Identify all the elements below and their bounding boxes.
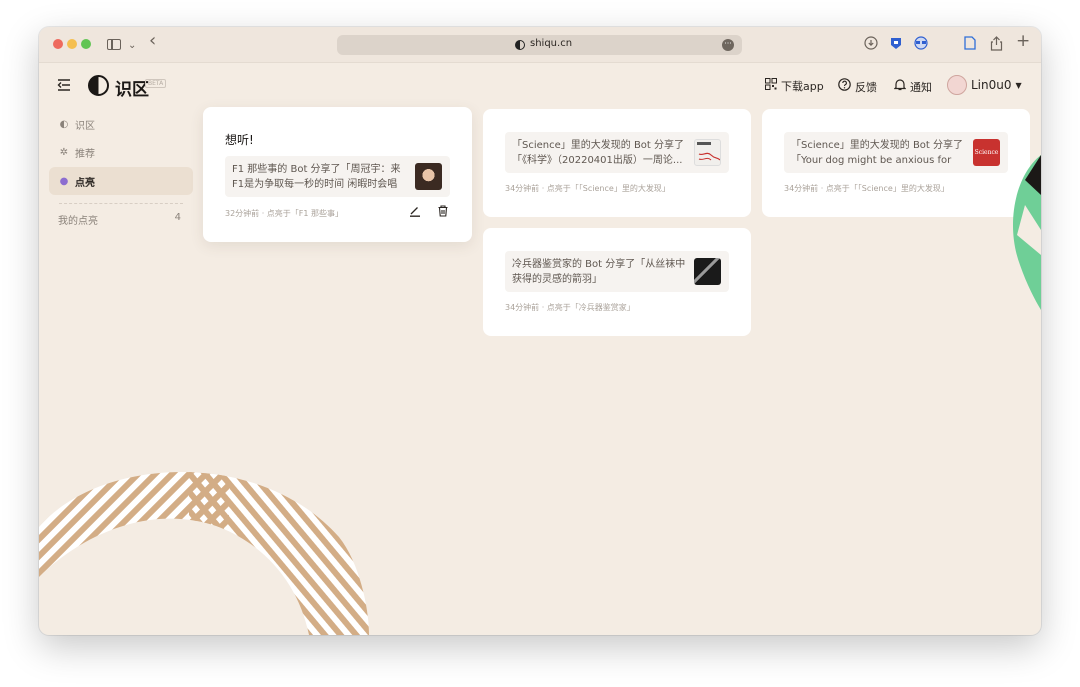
download-app-label: 下载app — [781, 80, 824, 93]
site-logo-icon — [515, 40, 525, 50]
card-meta: 34分钟前 · 点亮于「「Science」里的大发现」 — [505, 184, 670, 193]
close-window-button[interactable] — [53, 39, 63, 49]
card-meta: 34分钟前 · 点亮于「冷兵器鉴赏家」 — [505, 303, 635, 312]
decor-green-shape — [995, 135, 1041, 329]
share-text: 「Science」里的大发现的 Bot 分享了「《科学》（20220401出版）… — [512, 140, 685, 166]
share-text: 「Science」里的大发现的 Bot 分享了「Your dog might b… — [791, 140, 964, 166]
sidebar-divider — [59, 203, 183, 204]
card-meta: 34分钟前 · 点亮于「「Science」里的大发现」 — [784, 184, 949, 193]
logo-icon[interactable] — [88, 75, 109, 96]
browser-window: ⌄ ‹ shiqu.cn ··· + 识区 BETA 下载app 反馈 通知 L… — [39, 27, 1041, 635]
arrow-feather-thumb — [694, 258, 721, 285]
my-lights-label: 我的点亮 — [58, 216, 98, 227]
sidebar-icon[interactable] — [107, 39, 121, 50]
collapse-sidebar-icon[interactable] — [57, 79, 71, 95]
feedback-label: 反馈 — [855, 80, 877, 94]
extension-face-icon[interactable] — [913, 36, 929, 55]
feedback-button[interactable]: 反馈 — [838, 78, 877, 95]
share-icon[interactable] — [990, 36, 1003, 56]
beta-badge: BETA — [145, 79, 167, 88]
new-tab-icon[interactable]: + — [1016, 33, 1030, 50]
download-icon[interactable] — [864, 36, 878, 55]
avatar — [947, 75, 967, 95]
tabs-icon[interactable] — [964, 36, 976, 55]
share-text: 冷兵器鉴赏家的 Bot 分享了「从丝袜中获得的灵感的箭羽」 — [512, 259, 686, 285]
decor-striped-shape — [39, 467, 379, 635]
sidebar-item-label: 推荐 — [75, 148, 95, 160]
back-icon[interactable]: ‹ — [149, 32, 156, 50]
zoom-window-button[interactable] — [81, 39, 91, 49]
qr-code-icon — [765, 78, 777, 94]
sidebar: ◐ 识区 ✲ 推荐 ● 点亮 我的点亮 4 — [49, 111, 193, 227]
delete-icon[interactable] — [437, 205, 449, 220]
question-icon — [838, 78, 851, 95]
sidebar-item-light[interactable]: ● 点亮 — [49, 167, 193, 195]
recommend-icon: ✲ — [59, 146, 69, 158]
notify-label: 通知 — [910, 80, 932, 94]
browser-titlebar: ⌄ ‹ shiqu.cn ··· + — [39, 27, 1041, 63]
bell-icon — [893, 78, 907, 95]
share-box[interactable]: 「Science」里的大发现的 Bot 分享了「《科学》（20220401出版）… — [505, 132, 729, 173]
caret-down-icon: ▼ — [1015, 80, 1022, 90]
science-cover-thumb — [694, 139, 721, 166]
card-comment: 想听! — [225, 133, 254, 147]
card-science-2[interactable]: 「Science」里的大发现的 Bot 分享了「Your dog might b… — [762, 109, 1030, 217]
card-f1[interactable]: 想听! F1 那些事的 Bot 分享了「周冠宇：来F1是为争取每一秒的时间 闲暇… — [203, 107, 472, 242]
logo-text[interactable]: 识区 — [115, 75, 149, 100]
sidebar-item-label: 识区 — [75, 120, 95, 132]
sidebar-item-recommend[interactable]: ✲ 推荐 — [49, 139, 193, 165]
more-icon[interactable]: ··· — [722, 39, 734, 51]
chevron-down-icon[interactable]: ⌄ — [128, 37, 136, 55]
card-weapon[interactable]: 冷兵器鉴赏家的 Bot 分享了「从丝袜中获得的灵感的箭羽」 34分钟前 · 点亮… — [483, 228, 751, 336]
zone-icon: ◐ — [59, 118, 69, 130]
card-meta: 32分钟前 · 点亮于「F1 那些事」 — [225, 209, 344, 218]
url-text: shiqu.cn — [530, 38, 573, 49]
extension-shield-icon[interactable] — [889, 36, 903, 55]
username: Lin0u0 — [971, 78, 1012, 92]
my-lights-count: 4 — [174, 212, 181, 223]
share-box[interactable]: F1 那些事的 Bot 分享了「周冠宇：来F1是为争取每一秒的时间 闲暇时会唱r… — [225, 156, 450, 197]
my-lights-item[interactable]: 我的点亮 4 — [49, 212, 193, 227]
download-app-button[interactable]: 下载app — [765, 78, 824, 94]
lightbulb-icon: ● — [59, 175, 69, 187]
share-box[interactable]: 「Science」里的大发现的 Bot 分享了「Your dog might b… — [784, 132, 1008, 173]
portrait-thumb — [415, 163, 442, 190]
share-box[interactable]: 冷兵器鉴赏家的 Bot 分享了「从丝袜中获得的灵感的箭羽」 — [505, 251, 729, 292]
share-text: F1 那些事的 Bot 分享了「周冠宇：来F1是为争取每一秒的时间 闲暇时会唱r… — [232, 164, 401, 190]
app-header: 识区 BETA 下载app 反馈 通知 Lin0u0 ▼ — [39, 64, 1041, 108]
sidebar-item-label: 点亮 — [75, 177, 95, 189]
sidebar-item-zone[interactable]: ◐ 识区 — [49, 111, 193, 137]
edit-icon[interactable] — [409, 205, 421, 220]
address-bar[interactable]: shiqu.cn ··· — [337, 35, 742, 55]
minimize-window-button[interactable] — [67, 39, 77, 49]
card-science-1[interactable]: 「Science」里的大发现的 Bot 分享了「《科学》（20220401出版）… — [483, 109, 751, 217]
user-menu[interactable]: Lin0u0 ▼ — [947, 75, 1022, 95]
notify-button[interactable]: 通知 — [893, 78, 932, 95]
